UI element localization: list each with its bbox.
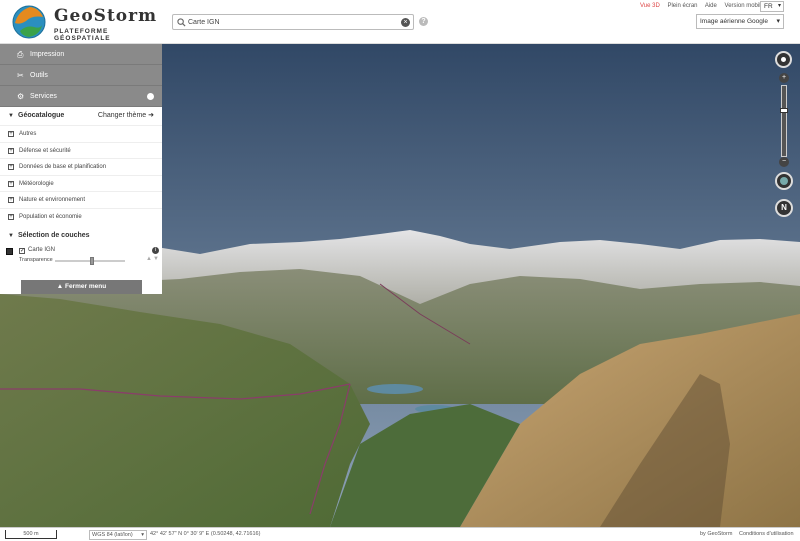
sidebar: ⎙ Impression ✂ Outils ⚙ Services ▼ Géoca… xyxy=(0,44,162,294)
scale-label: 500 m xyxy=(23,531,39,537)
category-item[interactable]: + Données de base et planification xyxy=(0,158,162,175)
help-icon[interactable]: ? xyxy=(419,17,428,26)
coordinates-readout: 42° 42' 57" N 0° 30' 9" E (0.50248, 42.7… xyxy=(150,531,261,537)
chevron-down-icon: ▾ xyxy=(141,532,144,538)
terms-link[interactable]: Conditions d'utilisation xyxy=(739,531,794,537)
link-3d-view[interactable]: Vue 3D xyxy=(640,3,660,9)
top-links: Vue 3D Plein écran Aide Version mobile xyxy=(640,3,770,9)
services-button[interactable]: ⚙ Services xyxy=(0,86,162,107)
search-icon xyxy=(177,18,186,27)
sidebar-panel: ▼ Géocatalogue Changer thème ➜ + Autres +… xyxy=(0,107,162,294)
layer-checkbox[interactable]: ✓ xyxy=(19,248,25,254)
gears-icon: ⚙ xyxy=(17,92,25,101)
expand-icon: + xyxy=(8,164,14,170)
locate-button[interactable] xyxy=(775,51,792,68)
basemap-select[interactable]: Image aérienne Google xyxy=(696,14,784,29)
caret-down-icon: ▼ xyxy=(8,113,14,119)
category-item[interactable]: + Autres xyxy=(0,125,162,142)
geocatalogue-title: Géocatalogue xyxy=(18,112,65,119)
header-bar: GeoStorm PLATEFORME GÉOSPATIALE Carte IG… xyxy=(0,0,800,44)
services-label: Services xyxy=(30,93,57,100)
zoom-slider-handle[interactable] xyxy=(780,108,788,113)
layers-header[interactable]: ▼ Sélection de couches xyxy=(0,227,162,245)
services-settings-icon[interactable] xyxy=(147,93,154,100)
category-item[interactable]: + Météorologie xyxy=(0,174,162,192)
transparency-slider-handle[interactable] xyxy=(90,257,94,265)
zoom-in-button[interactable]: + xyxy=(779,73,789,83)
status-bar: 500 m WGS 84 (lat/lon) ▾ 42° 42' 57" N 0… xyxy=(0,527,800,541)
change-theme-link[interactable]: Changer thème ➜ xyxy=(98,107,154,125)
caret-down-icon: ▼ xyxy=(8,233,14,239)
tools-icon: ✂ xyxy=(17,71,24,80)
expand-icon: + xyxy=(8,180,14,187)
layer-row: ✓ Carte IGN i Transparence ▲ ▼ xyxy=(0,245,162,267)
geocatalogue-header[interactable]: ▼ Géocatalogue Changer thème ➜ xyxy=(0,107,162,125)
compass-button[interactable]: N xyxy=(775,199,793,217)
tools-label: Outils xyxy=(30,72,48,79)
clear-search-icon[interactable]: × xyxy=(401,18,410,27)
geostorm-logo[interactable]: GeoStorm PLATEFORME GÉOSPATIALE xyxy=(10,2,158,42)
print-label: Impression xyxy=(30,51,65,58)
link-fullscreen[interactable]: Plein écran xyxy=(667,3,697,9)
search-value: Carte IGN xyxy=(188,18,220,26)
transparency-label: Transparence xyxy=(19,257,53,263)
expand-icon: + xyxy=(8,197,14,203)
link-help[interactable]: Aide xyxy=(705,3,717,9)
expand-icon: + xyxy=(8,147,14,154)
print-button[interactable]: ⎙ Impression xyxy=(0,44,162,65)
globe-icon xyxy=(780,177,788,185)
category-item[interactable]: + Défense et sécurité xyxy=(0,141,162,159)
zoom-out-button[interactable]: − xyxy=(779,157,789,167)
expand-icon: + xyxy=(8,213,14,220)
logo-name: GeoStorm xyxy=(54,6,158,26)
expand-icon: + xyxy=(8,131,14,137)
crs-value: WGS 84 (lat/lon) xyxy=(92,532,133,538)
print-icon: ⎙ xyxy=(17,50,24,59)
link-mobile-version[interactable]: Version mobile xyxy=(725,3,764,9)
layer-name: Carte IGN xyxy=(28,247,56,253)
target-icon xyxy=(781,57,786,62)
category-item[interactable]: + Nature et environnement xyxy=(0,191,162,208)
layer-color-swatch[interactable] xyxy=(6,248,13,255)
move-up-icon[interactable]: ▲ xyxy=(146,256,152,262)
close-menu-button[interactable]: ▲ Fermer menu xyxy=(21,280,142,294)
globe-logo-icon xyxy=(12,5,46,39)
credit-text: by GeoStorm xyxy=(700,531,733,537)
search-input[interactable]: Carte IGN × xyxy=(172,14,414,30)
crs-select[interactable]: WGS 84 (lat/lon) ▾ xyxy=(89,530,147,540)
move-down-icon[interactable]: ▼ xyxy=(153,256,159,262)
tools-button[interactable]: ✂ Outils xyxy=(0,65,162,86)
zoom-slider[interactable] xyxy=(780,85,788,157)
layer-info-icon[interactable]: i xyxy=(152,247,159,254)
scale-bar: 500 m xyxy=(5,530,57,539)
globe-view-button[interactable] xyxy=(775,172,793,190)
category-item[interactable]: + Population et économie xyxy=(0,207,162,225)
layers-title: Sélection de couches xyxy=(18,232,90,239)
logo-tagline: PLATEFORME GÉOSPATIALE xyxy=(54,28,111,42)
transparency-slider[interactable] xyxy=(55,257,125,265)
compass-north-icon: N xyxy=(781,203,787,212)
language-select[interactable]: FR xyxy=(760,1,784,12)
